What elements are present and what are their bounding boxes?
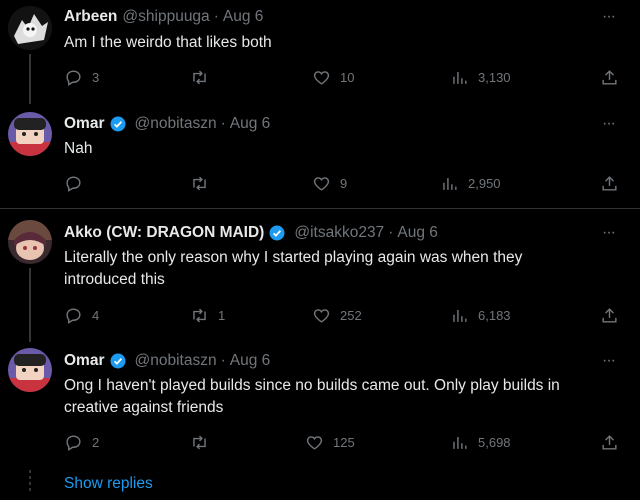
handle[interactable]: @nobitaszn [135, 352, 217, 370]
share-button[interactable] [600, 68, 619, 87]
thread-line [29, 54, 31, 104]
views-icon [443, 177, 457, 190]
separator-dot: · [388, 224, 394, 241]
tweet-text: Am I the weirdo that likes both [64, 32, 609, 54]
retweet-icon [193, 435, 206, 450]
verified-badge-icon [110, 116, 125, 132]
share-button[interactable] [600, 433, 619, 452]
tweet-text-line: Literally the only reason why I started … [64, 249, 523, 266]
views-button[interactable]: 3,130 [450, 68, 511, 87]
reply-count: 4 [92, 308, 100, 323]
share-icon [602, 176, 617, 191]
more-icon[interactable]: ··· [602, 8, 616, 26]
separator-dot: · [213, 8, 219, 25]
retweet-icon [193, 176, 206, 191]
views-count: 5,698 [478, 435, 511, 450]
reply-icon [66, 435, 81, 451]
retweet-icon [193, 70, 206, 85]
verified-badge-icon [110, 353, 125, 369]
retweet-button[interactable]: 1 [190, 306, 225, 325]
thread-line [29, 268, 31, 342]
tweet-date[interactable]: Aug 6 [230, 115, 271, 133]
divider [0, 208, 640, 209]
views-button[interactable]: 6,183 [450, 306, 511, 325]
like-count: 10 [340, 70, 355, 85]
tweet-text: Nah [64, 138, 609, 160]
thread-dots [29, 470, 31, 494]
handle[interactable]: @nobitaszn [135, 115, 217, 133]
more-icon[interactable]: ··· [602, 115, 616, 133]
tweet-text: Ong I haven't played builds since no bui… [64, 375, 609, 419]
retweet-button[interactable] [190, 433, 218, 452]
tweet-header: Akko (CW: DRAGON MAID) @itsakko237 · Aug… [64, 224, 438, 242]
heart-icon [313, 309, 330, 323]
like-count: 125 [333, 435, 355, 450]
tweet-header: Omar @nobitaszn · Aug 6 [64, 115, 270, 133]
reply-button[interactable]: 3 [64, 68, 99, 87]
tweet-date[interactable]: Aug 6 [397, 224, 438, 242]
tweet-date[interactable]: Aug 6 [223, 8, 264, 26]
views-icon [453, 436, 467, 449]
tweet-text-line: introduced this [64, 271, 165, 288]
like-count: 9 [340, 176, 348, 191]
tweet-text-line: creative against friends [64, 399, 224, 416]
tweet-date[interactable]: Aug 6 [230, 352, 271, 370]
reply-button[interactable] [64, 174, 92, 193]
tweet-text-line: Ong I haven't played builds since no bui… [64, 377, 560, 394]
like-button[interactable]: 125 [305, 433, 355, 452]
share-button[interactable] [600, 306, 619, 325]
reply-count: 3 [92, 70, 100, 85]
like-count: 252 [340, 308, 362, 323]
views-count: 2,950 [468, 176, 501, 191]
like-button[interactable]: 10 [312, 68, 354, 87]
views-icon [453, 71, 467, 84]
separator-dot: · [220, 352, 226, 369]
tweet-header: Omar @nobitaszn · Aug 6 [64, 352, 270, 370]
heart-icon [313, 71, 330, 85]
like-button[interactable]: 9 [312, 174, 347, 193]
share-icon [602, 308, 617, 323]
retweet-button[interactable] [190, 174, 218, 193]
reply-count: 2 [92, 435, 100, 450]
avatar[interactable] [8, 348, 52, 392]
avatar[interactable] [8, 6, 52, 50]
share-button[interactable] [600, 174, 619, 193]
share-icon [602, 70, 617, 85]
reply-icon [66, 308, 81, 324]
tweet-text-line: Am I the weirdo that likes both [64, 34, 272, 51]
tweet-header: Arbeen @shippuuga · Aug 6 [64, 8, 263, 26]
views-icon [453, 309, 467, 322]
more-icon[interactable]: ··· [602, 224, 616, 242]
reply-icon [66, 70, 81, 86]
display-name[interactable]: Akko (CW: DRAGON MAID) [64, 224, 264, 242]
views-button[interactable]: 5,698 [450, 433, 511, 452]
views-count: 3,130 [478, 70, 511, 85]
more-icon[interactable]: ··· [602, 352, 616, 370]
reply-button[interactable]: 2 [64, 433, 99, 452]
like-button[interactable]: 252 [312, 306, 362, 325]
show-replies-link[interactable]: Show replies [64, 475, 153, 493]
retweet-count: 1 [218, 308, 226, 323]
avatar[interactable] [8, 112, 52, 156]
avatar[interactable] [8, 220, 52, 264]
handle[interactable]: @shippuuga [122, 8, 209, 26]
display-name[interactable]: Omar [64, 352, 105, 370]
heart-icon [313, 177, 330, 191]
display-name[interactable]: Arbeen [64, 8, 117, 26]
retweet-button[interactable] [190, 68, 218, 87]
reply-icon [66, 176, 81, 192]
heart-icon [306, 436, 323, 450]
handle[interactable]: @itsakko237 [294, 224, 384, 242]
tweet-text-line: Nah [64, 140, 93, 157]
views-button[interactable]: 2,950 [440, 174, 501, 193]
display-name[interactable]: Omar [64, 115, 105, 133]
views-count: 6,183 [478, 308, 511, 323]
tweet-text: Literally the only reason why I started … [64, 247, 609, 291]
verified-badge-icon [269, 225, 285, 241]
retweet-icon [193, 308, 206, 323]
share-icon [602, 435, 617, 450]
separator-dot: · [220, 115, 226, 132]
reply-button[interactable]: 4 [64, 306, 99, 325]
